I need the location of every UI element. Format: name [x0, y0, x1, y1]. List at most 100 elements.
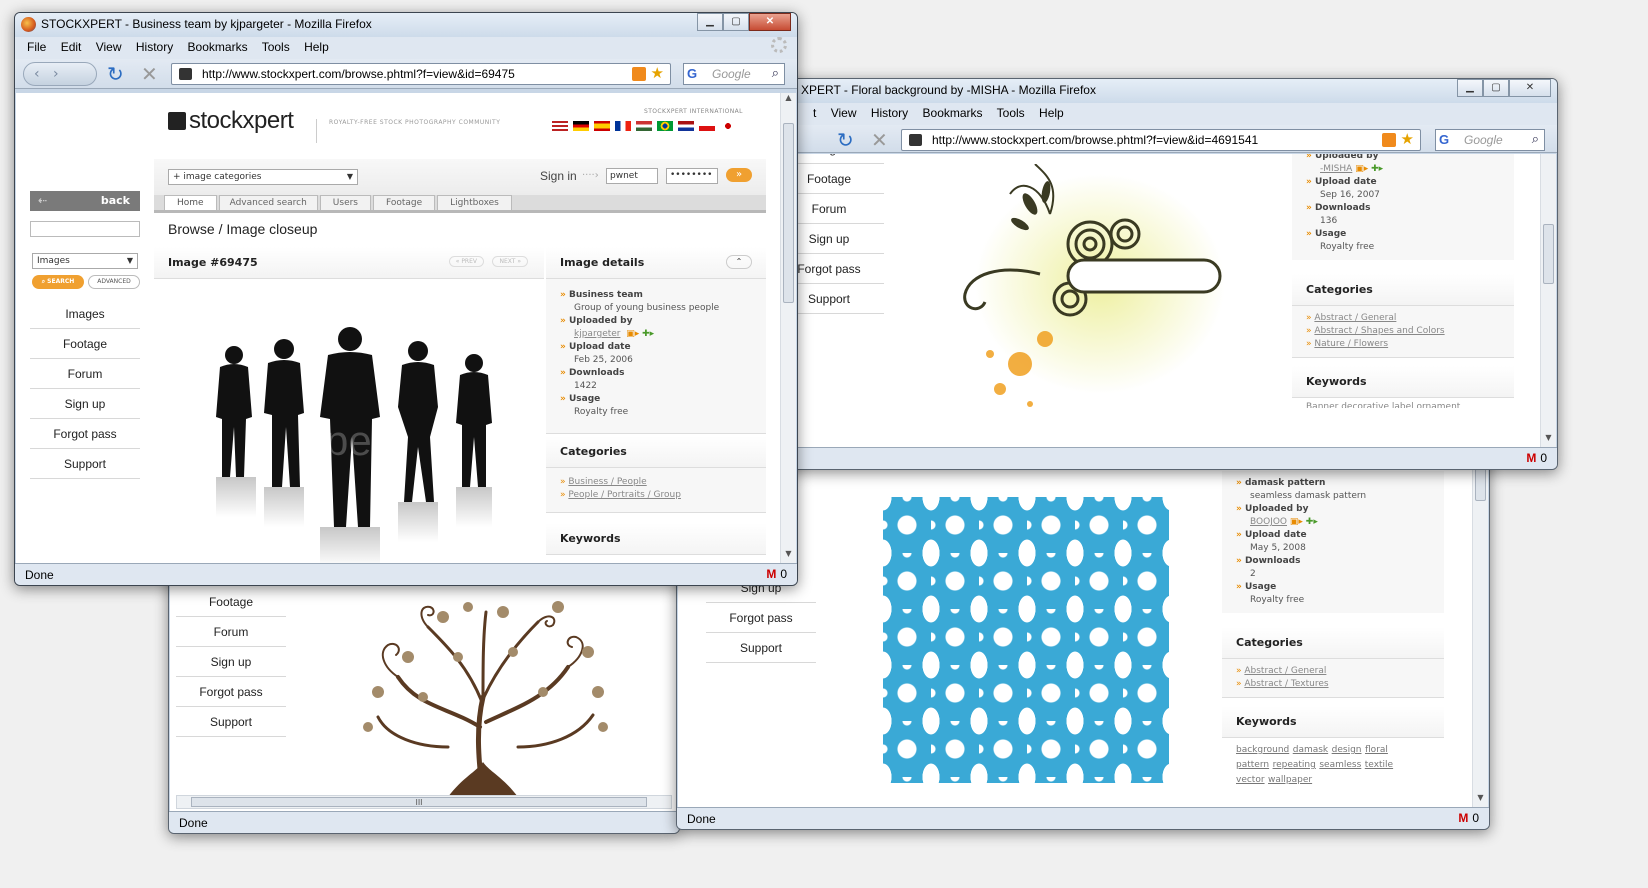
- nav-images[interactable]: Images: [30, 299, 140, 329]
- categories-dropdown[interactable]: + image categories ▼: [168, 169, 358, 185]
- flag-fr-icon[interactable]: [615, 121, 631, 131]
- scroll-thumb[interactable]: [1475, 467, 1486, 501]
- keyword-link[interactable]: vector: [1236, 775, 1265, 785]
- menu-tools[interactable]: Tools: [997, 106, 1025, 120]
- nav-forum[interactable]: Forum: [176, 617, 286, 647]
- bookmark-star-icon[interactable]: ★: [1401, 130, 1414, 148]
- keyword-link[interactable]: floral: [1365, 745, 1388, 755]
- search-type-select[interactable]: Images ▼: [32, 253, 138, 269]
- nav-footage[interactable]: Footage: [176, 587, 286, 617]
- nav-forum[interactable]: Forum: [30, 359, 140, 389]
- minimize-button[interactable]: ▁: [1457, 79, 1483, 97]
- search-box[interactable]: G Google ⌕: [1435, 129, 1545, 151]
- user-icons[interactable]: ▣▸ ✚▸: [1355, 164, 1383, 174]
- flag-nl-icon[interactable]: [678, 121, 694, 131]
- next-button[interactable]: NEXT »: [492, 256, 528, 267]
- nav-support[interactable]: Support: [30, 449, 140, 479]
- stop-icon[interactable]: ✕: [871, 129, 888, 151]
- scroll-up-arrow[interactable]: ▲: [781, 93, 796, 107]
- menu-file[interactable]: File: [27, 40, 46, 54]
- site-logo[interactable]: stockxpert: [168, 107, 294, 135]
- nav-forgot-pass[interactable]: Forgot pass: [706, 603, 816, 633]
- uploader-link[interactable]: kjpargeter: [574, 329, 621, 339]
- vertical-scrollbar[interactable]: ▼: [1472, 441, 1488, 807]
- reload-icon[interactable]: ↻: [837, 129, 854, 151]
- uploader-link[interactable]: -MISHA: [1320, 164, 1352, 174]
- close-button[interactable]: ✕: [1509, 79, 1551, 97]
- menu-tools[interactable]: Tools: [262, 40, 290, 54]
- scroll-thumb[interactable]: [783, 123, 794, 303]
- flag-br-icon[interactable]: [657, 121, 673, 131]
- vertical-scrollbar[interactable]: ▲ ▼: [780, 93, 796, 563]
- language-flags[interactable]: [552, 121, 736, 131]
- collapse-icon[interactable]: ⌃: [726, 255, 752, 269]
- search-button[interactable]: ⌕ SEARCH: [32, 275, 84, 289]
- advanced-button[interactable]: ADVANCED: [88, 275, 140, 289]
- search-icon[interactable]: ⌕: [772, 65, 779, 81]
- keyword-link[interactable]: repeating: [1273, 760, 1316, 770]
- keyword-link[interactable]: seamless: [1319, 760, 1361, 770]
- rss-icon[interactable]: [632, 67, 646, 81]
- flag-jp-icon[interactable]: [720, 121, 736, 131]
- menu-history[interactable]: History: [871, 106, 908, 120]
- user-icons[interactable]: ▣▸ ✚▸: [1290, 517, 1318, 527]
- rss-icon[interactable]: [1382, 133, 1396, 147]
- flag-es-icon[interactable]: [594, 121, 610, 131]
- menu-help[interactable]: Help: [1039, 106, 1064, 120]
- vertical-scrollbar[interactable]: ▼: [1540, 154, 1556, 447]
- search-icon[interactable]: ⌕: [1532, 131, 1539, 147]
- tab-footage[interactable]: Footage: [373, 195, 436, 210]
- scroll-down-arrow[interactable]: ▼: [781, 549, 796, 563]
- keyword-link[interactable]: textile: [1365, 760, 1393, 770]
- flag-de-icon[interactable]: [573, 121, 589, 131]
- keyword-link[interactable]: wallpaper: [1268, 775, 1312, 785]
- category-link[interactable]: Nature / Flowers: [1314, 339, 1388, 349]
- flag-us-icon[interactable]: [552, 121, 568, 131]
- user-icons[interactable]: ▣▸ ✚▸: [626, 329, 654, 339]
- tab-home[interactable]: Home: [164, 195, 217, 210]
- scroll-down-arrow[interactable]: ▼: [1473, 793, 1488, 807]
- search-input[interactable]: [30, 221, 140, 237]
- damask-image[interactable]: [883, 497, 1169, 783]
- horizontal-scrollbar[interactable]: III: [176, 795, 672, 809]
- nav-support[interactable]: Support: [706, 633, 816, 663]
- maximize-button[interactable]: ▢: [1483, 79, 1509, 97]
- keyword-link[interactable]: background: [1236, 745, 1289, 755]
- tab-lightboxes[interactable]: Lightboxes: [437, 195, 512, 210]
- back-button[interactable]: ⇠ back: [30, 191, 140, 211]
- reload-icon[interactable]: ↻: [107, 63, 124, 85]
- menu-help[interactable]: Help: [304, 40, 329, 54]
- category-link[interactable]: Abstract / Shapes and Colors: [1314, 326, 1444, 336]
- url-bar[interactable]: http://www.stockxpert.com/browse.phtml?f…: [901, 129, 1421, 151]
- menu-view[interactable]: View: [96, 40, 122, 54]
- nav-forgot-pass[interactable]: Forgot pass: [176, 677, 286, 707]
- menu-tools-partial[interactable]: t: [813, 106, 816, 120]
- menu-view[interactable]: View: [831, 106, 857, 120]
- scroll-down-arrow[interactable]: ▼: [1541, 433, 1556, 447]
- menu-bookmarks[interactable]: Bookmarks: [188, 40, 248, 54]
- close-button[interactable]: ✕: [749, 13, 791, 31]
- gmail-notifier[interactable]: M0: [766, 567, 787, 581]
- tab-advanced-search[interactable]: Advanced search: [218, 195, 318, 210]
- tab-users[interactable]: Users: [319, 195, 371, 210]
- menu-bookmarks[interactable]: Bookmarks: [923, 106, 983, 120]
- category-link[interactable]: Business / People: [568, 477, 646, 487]
- sign-in-go-button[interactable]: »: [726, 168, 752, 182]
- floral-image[interactable]: [950, 164, 1230, 424]
- tree-image[interactable]: [348, 597, 618, 797]
- menu-history[interactable]: History: [136, 40, 173, 54]
- nav-sign-up[interactable]: Sign up: [176, 647, 286, 677]
- bookmark-star-icon[interactable]: ★: [651, 64, 664, 82]
- gmail-notifier[interactable]: M0: [1458, 811, 1479, 825]
- search-box[interactable]: G Google ⌕: [683, 63, 785, 85]
- flag-hu-icon[interactable]: [636, 121, 652, 131]
- nav-support[interactable]: Support: [176, 707, 286, 737]
- nav-sign-up[interactable]: Sign up: [30, 389, 140, 419]
- scroll-thumb[interactable]: III: [191, 797, 647, 807]
- prev-button[interactable]: « PREV: [448, 256, 484, 267]
- back-forward-buttons[interactable]: ‹ ›: [23, 62, 97, 86]
- keyword-link[interactable]: damask: [1293, 745, 1328, 755]
- keyword-link[interactable]: design: [1332, 745, 1362, 755]
- stop-icon[interactable]: ✕: [141, 63, 158, 85]
- nav-footage[interactable]: Footage: [30, 329, 140, 359]
